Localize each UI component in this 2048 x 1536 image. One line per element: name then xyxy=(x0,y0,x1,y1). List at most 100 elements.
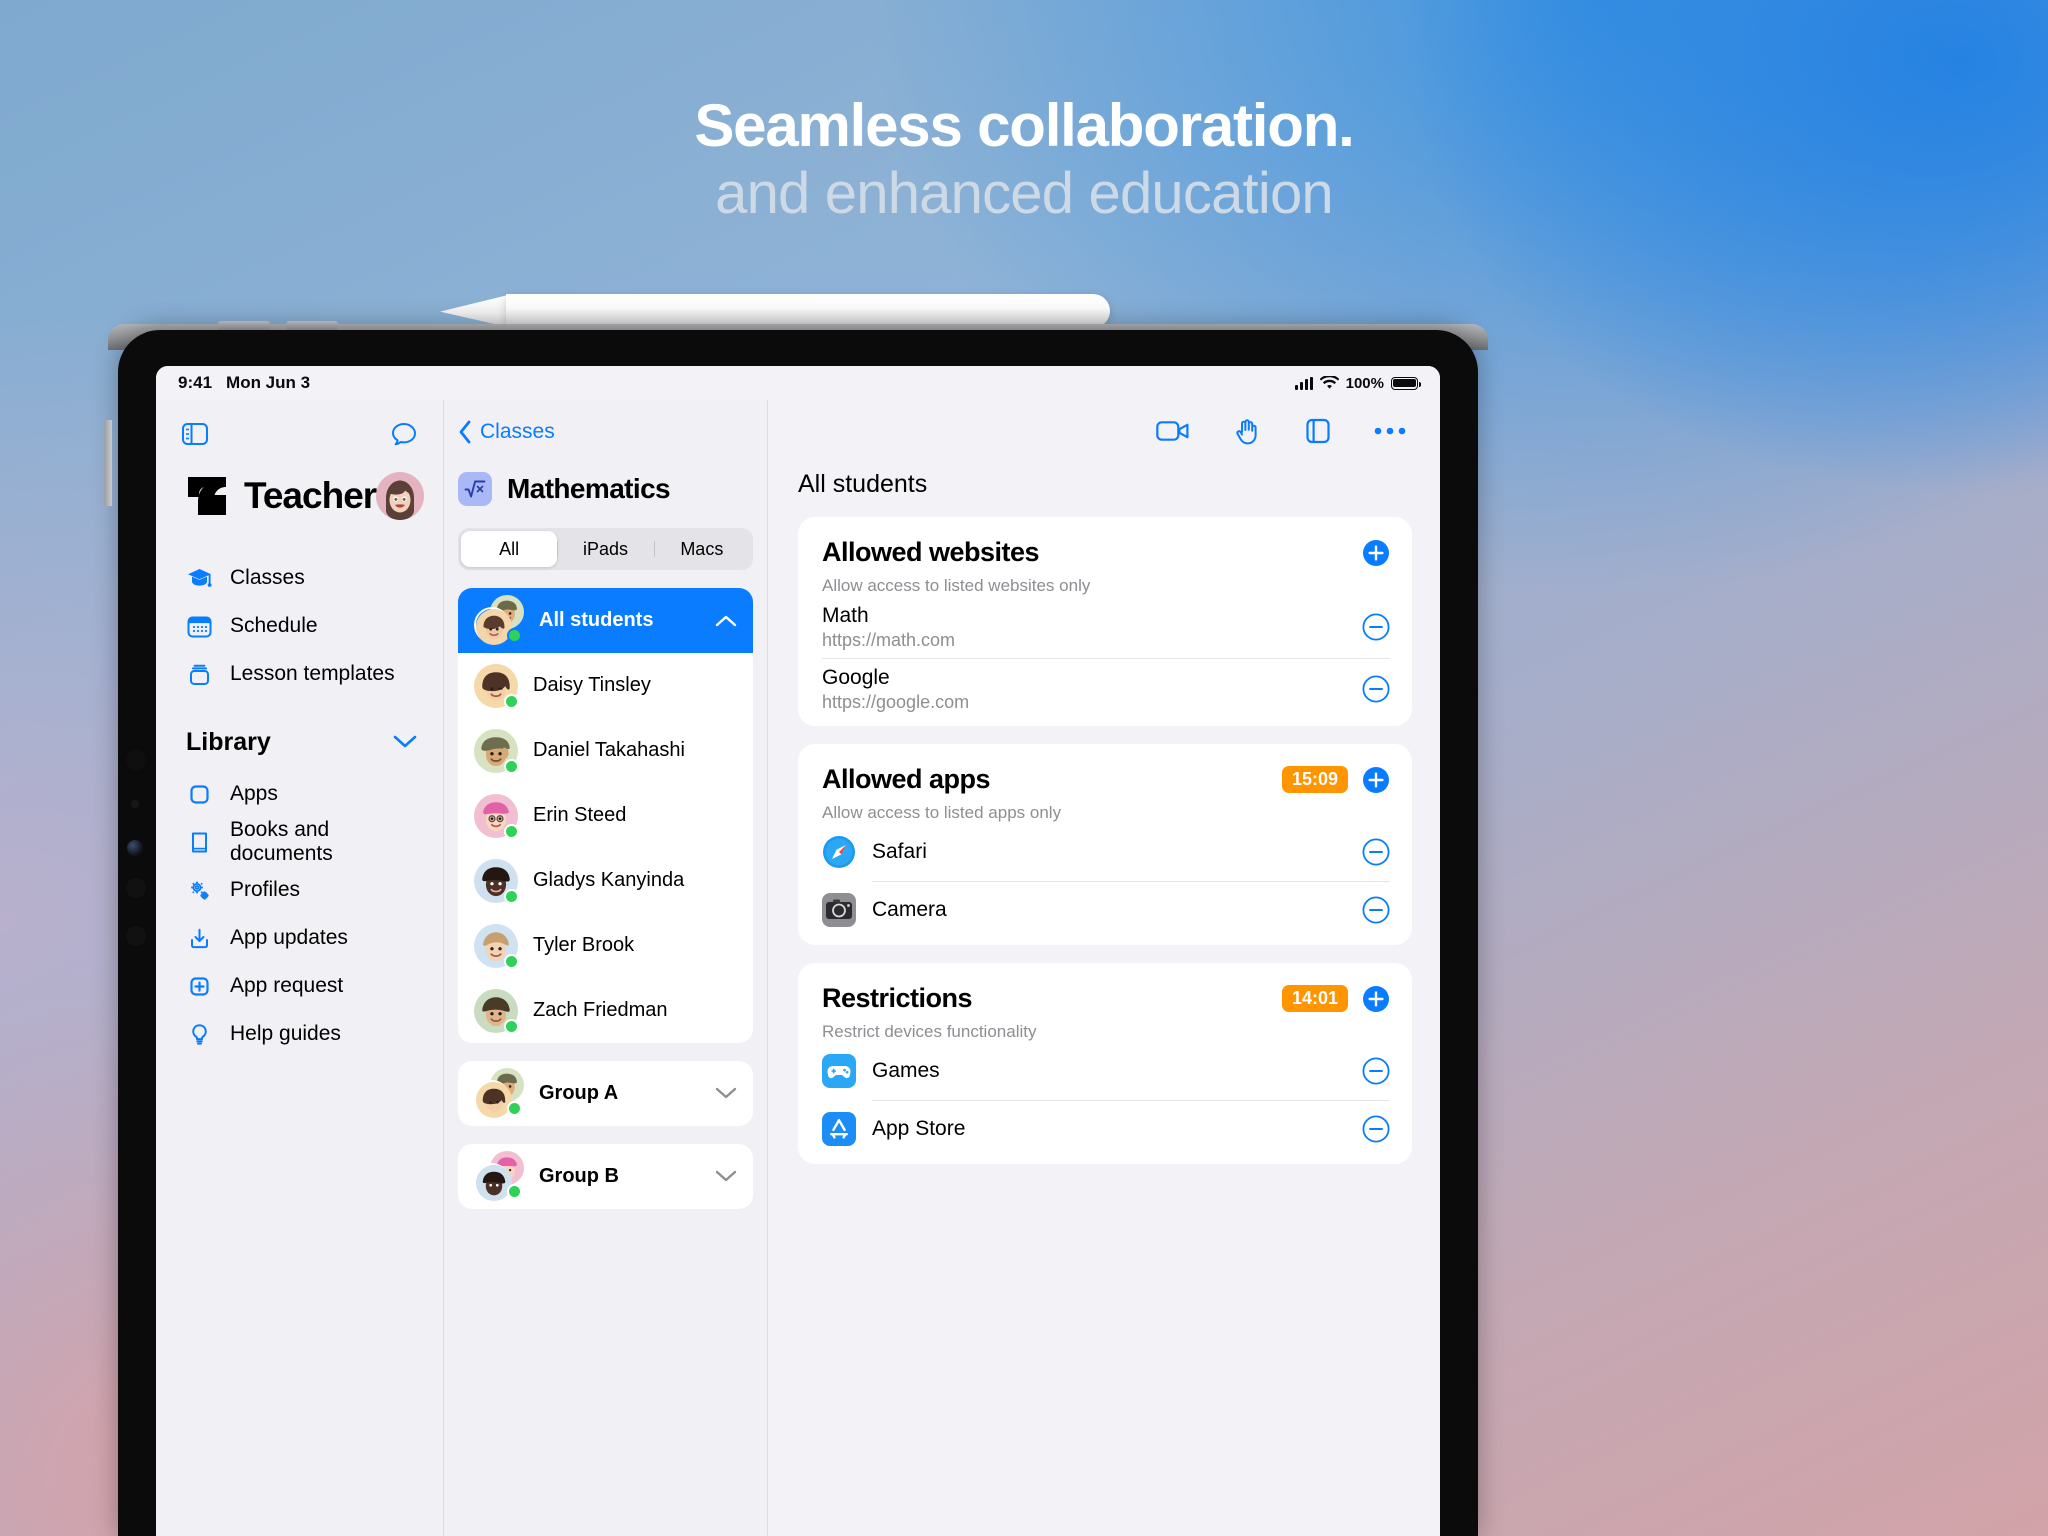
student-name: Erin Steed xyxy=(533,804,627,826)
plus-circle-icon[interactable] xyxy=(1362,539,1390,567)
table-row[interactable]: Gladys Kanyinda xyxy=(458,848,753,913)
restriction-name: Games xyxy=(872,1059,940,1082)
student-name: Daniel Takahashi xyxy=(533,739,685,761)
safari-icon xyxy=(822,835,856,869)
avatar xyxy=(474,663,519,709)
student-name: Zach Friedman xyxy=(533,999,668,1021)
sidebar-item-label: Books and documents xyxy=(230,818,333,865)
plus-circle-icon[interactable] xyxy=(1362,985,1390,1013)
headline-line-2: and enhanced education xyxy=(715,161,1334,227)
table-row[interactable]: Erin Steed xyxy=(458,783,753,848)
minus-circle-icon[interactable] xyxy=(1362,896,1390,924)
card-header: Allowed websites xyxy=(798,537,1412,568)
group-a-card: Group A xyxy=(458,1061,753,1126)
sidebar-item-help-guides[interactable]: Help guides xyxy=(156,1010,443,1058)
sidebar-library-nav: Apps Books and documents Profiles App up… xyxy=(156,770,443,1058)
back-label: Classes xyxy=(480,420,555,443)
screen-share-icon[interactable] xyxy=(1304,417,1332,445)
plus-circle-icon[interactable] xyxy=(1362,766,1390,794)
message-bubble-icon[interactable] xyxy=(391,422,417,447)
avatar xyxy=(474,923,519,969)
sidebar-item-label: Classes xyxy=(230,566,305,589)
app-entry[interactable]: Camera xyxy=(798,881,1412,939)
chevron-left-icon xyxy=(458,420,472,444)
chevron-down-icon[interactable] xyxy=(715,1170,737,1183)
app-entry[interactable]: Safari xyxy=(798,823,1412,881)
chevron-down-icon[interactable] xyxy=(715,1087,737,1100)
chevron-up-icon[interactable] xyxy=(715,614,737,627)
sidebar-item-lesson-templates[interactable]: Lesson templates xyxy=(156,650,443,698)
sidebar-item-schedule[interactable]: Schedule xyxy=(156,602,443,650)
class-title: Mathematics xyxy=(507,473,671,504)
sidebar-brand: Teacher xyxy=(156,454,443,520)
back-to-classes-button[interactable]: Classes xyxy=(444,400,767,444)
avatar xyxy=(474,793,519,839)
allowed-websites-card: Allowed websites Allow access to listed … xyxy=(798,517,1412,726)
sidebar-item-profiles[interactable]: Profiles xyxy=(156,866,443,914)
status-badge xyxy=(507,627,522,643)
sidebar-item-label: App updates xyxy=(230,926,348,949)
status-badge xyxy=(504,823,519,839)
sidebar-item-books-and-documents[interactable]: Books and documents xyxy=(156,818,443,866)
status-badge xyxy=(504,1018,519,1034)
list-item-group-b[interactable]: Group B xyxy=(458,1144,753,1209)
lightbulb-icon xyxy=(186,1021,213,1048)
restriction-entry[interactable]: Games xyxy=(798,1042,1412,1100)
student-name: Daisy Tinsley xyxy=(533,674,651,696)
app-name: Camera xyxy=(872,898,947,921)
table-row[interactable]: Tyler Brook xyxy=(458,913,753,978)
timer-badge: 14:01 xyxy=(1281,984,1348,1013)
minus-circle-icon[interactable] xyxy=(1362,1115,1390,1143)
sidebar-item-app-updates[interactable]: App updates xyxy=(156,914,443,962)
segment-ipads[interactable]: iPads xyxy=(557,531,653,567)
table-row[interactable]: Daisy Tinsley xyxy=(458,653,753,718)
device-filter-segmented-control[interactable]: All iPads Macs xyxy=(458,528,753,570)
list-item-group-a[interactable]: Group A xyxy=(458,1061,753,1126)
status-date: Mon Jun 3 xyxy=(226,373,311,392)
all-students-avatar-stack xyxy=(474,594,524,645)
card-title: Allowed websites xyxy=(822,537,1040,567)
apple-pencil xyxy=(440,294,1110,328)
pencil-tip xyxy=(440,294,512,328)
table-row[interactable]: Daniel Takahashi xyxy=(458,718,753,783)
wifi-icon xyxy=(1319,376,1339,390)
device-sensor-3 xyxy=(126,878,146,898)
sidebar-library-header[interactable]: Library xyxy=(156,714,443,770)
minus-circle-icon[interactable] xyxy=(1362,1057,1390,1085)
segment-all[interactable]: All xyxy=(461,531,558,567)
website-url: https://math.com xyxy=(822,629,956,650)
sidebar-item-classes[interactable]: Classes xyxy=(156,554,443,602)
sidebar-toggle-icon[interactable] xyxy=(182,423,208,445)
power-button[interactable] xyxy=(104,420,112,506)
group-avatar-stack xyxy=(474,1150,524,1201)
website-entry[interactable]: Google https://google.com xyxy=(798,658,1412,720)
teacher-avatar[interactable] xyxy=(376,472,425,520)
volume-down-button[interactable] xyxy=(286,321,338,330)
ipad-screen: 9:41 Mon Jun 3 100% Teacher Classes Sche… xyxy=(156,366,1440,1536)
app-square-icon xyxy=(186,781,213,808)
chevron-down-icon[interactable] xyxy=(393,735,417,749)
minus-circle-icon[interactable] xyxy=(1362,613,1390,641)
teacher-app-logo-icon xyxy=(186,475,228,517)
minus-circle-icon[interactable] xyxy=(1362,675,1390,703)
list-item-all-students[interactable]: All students xyxy=(458,588,753,653)
pencil-body xyxy=(506,294,1110,328)
video-camera-icon[interactable] xyxy=(1156,419,1190,443)
status-badge xyxy=(504,953,519,969)
student-name: Gladys Kanyinda xyxy=(533,869,685,891)
website-entry[interactable]: Math https://math.com xyxy=(798,596,1412,658)
minus-circle-icon[interactable] xyxy=(1362,838,1390,866)
sidebar-item-apps[interactable]: Apps xyxy=(156,770,443,818)
sidebar-item-app-request[interactable]: App request xyxy=(156,962,443,1010)
device-sensor-2 xyxy=(131,800,139,808)
segment-macs[interactable]: Macs xyxy=(653,531,750,567)
table-row[interactable]: Zach Friedman xyxy=(458,978,753,1043)
allowed-apps-card: Allowed apps 15:09 Allow access to liste… xyxy=(798,744,1412,945)
hand-raise-icon[interactable] xyxy=(1232,416,1262,446)
more-ellipsis-icon[interactable] xyxy=(1374,426,1406,436)
volume-up-button[interactable] xyxy=(218,321,270,330)
student-name: Tyler Brook xyxy=(533,934,635,956)
graduation-cap-icon xyxy=(186,565,213,592)
restriction-entry[interactable]: App Store xyxy=(798,1100,1412,1158)
group-name: Group A xyxy=(539,1082,619,1104)
